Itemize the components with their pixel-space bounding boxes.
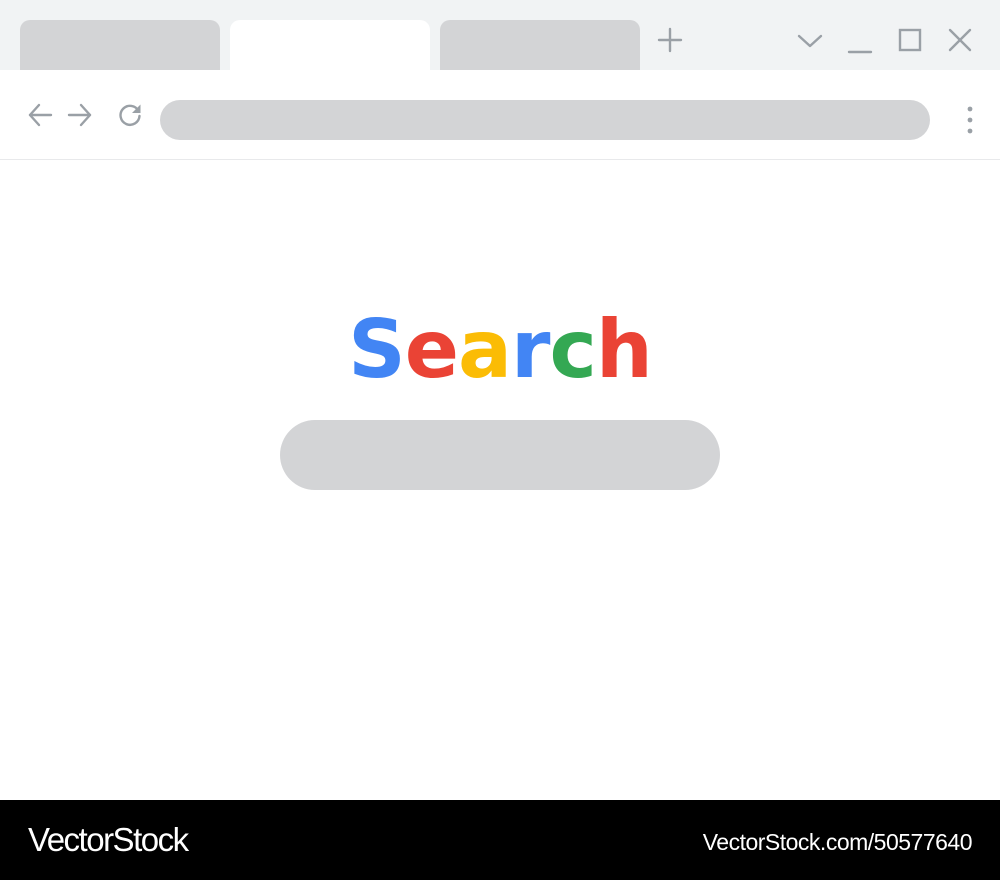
close-icon bbox=[948, 28, 972, 52]
reload-button[interactable] bbox=[115, 100, 145, 130]
more-vertical-icon bbox=[967, 106, 973, 134]
menu-button[interactable] bbox=[955, 100, 985, 140]
watermark-brand: VectorStock bbox=[28, 821, 189, 858]
tab-3[interactable] bbox=[440, 20, 640, 70]
plus-icon bbox=[657, 27, 683, 53]
logo-letter: r bbox=[511, 303, 550, 396]
back-button[interactable] bbox=[25, 100, 55, 130]
chevron-down-icon bbox=[797, 34, 823, 48]
tab-strip bbox=[0, 0, 1000, 70]
tab-2-active[interactable] bbox=[230, 20, 430, 70]
forward-button[interactable] bbox=[65, 100, 95, 130]
watermark-bar: VectorStock VectorStock.com/50577640 bbox=[0, 800, 1000, 880]
maximize-button[interactable] bbox=[890, 20, 930, 60]
tab-list-button[interactable] bbox=[790, 20, 830, 60]
browser-window: Search bbox=[0, 0, 1000, 800]
new-tab-button[interactable] bbox=[650, 20, 690, 60]
minimize-icon bbox=[847, 50, 873, 54]
minimize-button[interactable] bbox=[840, 20, 880, 60]
browser-toolbar bbox=[0, 70, 1000, 160]
arrow-left-icon bbox=[28, 103, 53, 127]
logo-letter: S bbox=[348, 303, 406, 396]
search-input[interactable] bbox=[280, 420, 720, 490]
search-logo: Search bbox=[0, 300, 1000, 400]
address-bar[interactable] bbox=[160, 100, 930, 140]
watermark-url: VectorStock.com/50577640 bbox=[702, 829, 973, 855]
maximize-icon bbox=[898, 28, 922, 52]
close-button[interactable] bbox=[940, 20, 980, 60]
logo-letter: a bbox=[458, 303, 512, 396]
logo-letter: h bbox=[595, 303, 653, 396]
tab-1[interactable] bbox=[20, 20, 220, 70]
reload-icon bbox=[119, 104, 141, 126]
logo-letter: e bbox=[404, 303, 459, 396]
logo-letter: c bbox=[549, 303, 596, 396]
arrow-right-icon bbox=[67, 103, 92, 127]
